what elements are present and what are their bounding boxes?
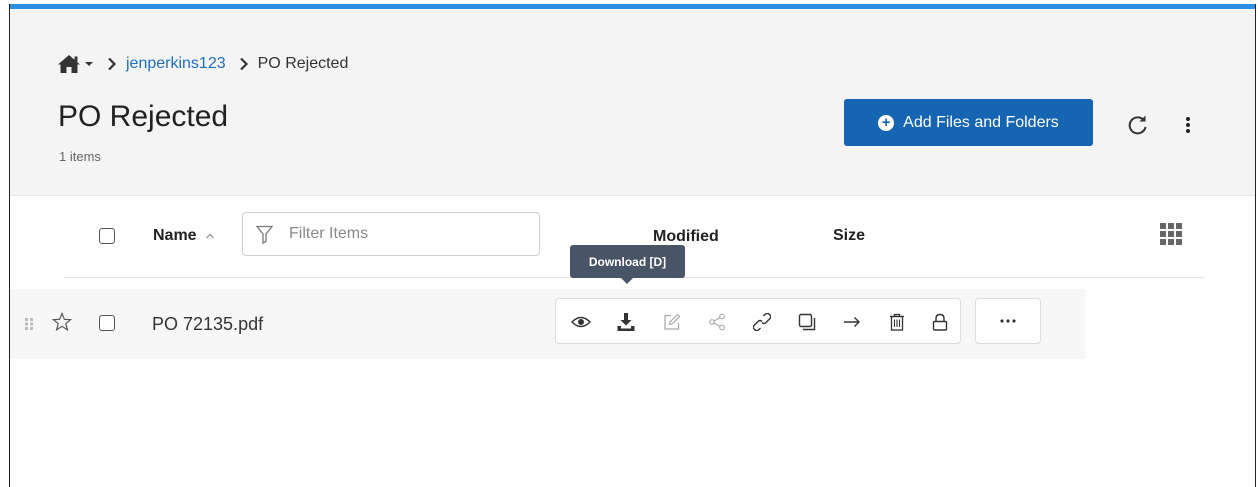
column-name-label: Name (153, 227, 197, 244)
sort-ascending-icon (205, 233, 214, 239)
select-all-checkbox[interactable] (99, 228, 115, 244)
arrow-right-icon (844, 317, 860, 327)
drag-handle-icon[interactable] (25, 317, 33, 335)
trash-icon (890, 313, 904, 331)
copy-link-button[interactable] (751, 311, 773, 333)
grid-view-icon (1160, 223, 1182, 245)
lock-button[interactable] (929, 311, 951, 333)
download-tooltip: Download [D] (570, 245, 685, 278)
edit-icon (664, 313, 681, 330)
download-icon (617, 313, 635, 331)
breadcrumb-current: PO Rejected (257, 55, 349, 72)
breadcrumb: jenperkins123 PO Rejected (57, 52, 348, 76)
vertical-dots-icon (1186, 117, 1190, 133)
caret-down-icon (85, 62, 93, 66)
refresh-button[interactable] (1125, 112, 1151, 138)
filter-box (242, 212, 540, 256)
row-action-toolbar (555, 298, 961, 344)
grid-view-button[interactable] (1160, 223, 1182, 250)
more-actions-button[interactable] (975, 298, 1041, 344)
horizontal-dots-icon (1000, 319, 1016, 323)
breadcrumb-link[interactable]: jenperkins123 (126, 55, 226, 73)
home-button[interactable] (57, 54, 94, 74)
column-header-size[interactable]: Size (833, 227, 865, 245)
filter-input[interactable] (287, 224, 511, 244)
file-manager-panel: jenperkins123 PO Rejected PO Rejected 1 … (9, 4, 1256, 487)
delete-button[interactable] (886, 311, 908, 333)
row-checkbox[interactable] (99, 315, 115, 331)
download-button[interactable] (615, 311, 637, 333)
plus-circle-icon: + (878, 114, 895, 131)
column-header-name[interactable]: Name (153, 227, 215, 245)
file-name[interactable]: PO 72135.pdf (152, 314, 263, 335)
more-options-button[interactable] (1180, 112, 1196, 138)
preview-button[interactable] (570, 311, 592, 333)
tooltip-arrow (621, 278, 633, 284)
share-button[interactable] (706, 311, 728, 333)
eye-icon (571, 316, 591, 328)
star-icon[interactable] (51, 311, 73, 337)
column-header-modified[interactable]: Modified (653, 228, 719, 246)
copy-icon (798, 313, 816, 331)
page-title: PO Rejected (58, 100, 229, 133)
link-icon (753, 313, 771, 331)
item-count: 1 items (59, 149, 101, 164)
lock-icon (932, 313, 948, 331)
chevron-right-icon (239, 57, 249, 71)
move-button[interactable] (841, 311, 863, 333)
rename-button[interactable] (661, 311, 683, 333)
refresh-icon (1128, 115, 1147, 135)
add-files-button[interactable]: + Add Files and Folders (844, 99, 1093, 146)
table-row[interactable]: PO 72135.pdf (10, 289, 1085, 359)
add-files-label: Add Files and Folders (903, 113, 1059, 131)
share-icon (709, 313, 725, 331)
copy-button[interactable] (796, 311, 818, 333)
filter-icon (256, 225, 273, 244)
chevron-right-icon (107, 57, 117, 71)
home-icon (58, 55, 80, 73)
